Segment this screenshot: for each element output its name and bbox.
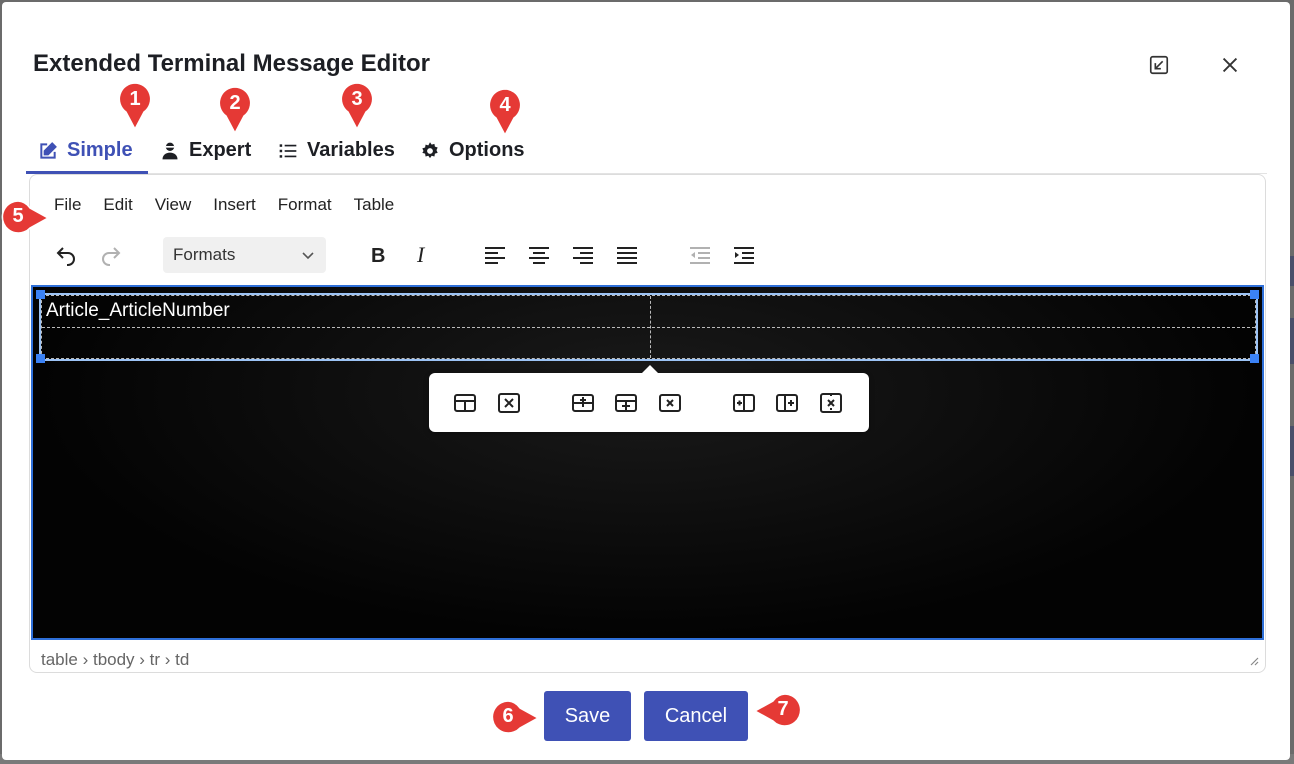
resize-handle-top-right[interactable] — [1250, 290, 1259, 299]
tab-expert-label: Expert — [189, 139, 252, 161]
svg-text:B: B — [371, 245, 385, 267]
cancel-button[interactable]: Cancel — [644, 691, 748, 741]
editor-content-area[interactable]: Article_ArticleNumber — [31, 285, 1264, 640]
rich-text-editor: File Edit View Insert Format Table Forma… — [29, 174, 1266, 673]
resize-handle-bottom-left[interactable] — [36, 354, 45, 363]
table-cell-text[interactable]: Article_ArticleNumber — [46, 300, 230, 322]
insert-col-before-icon[interactable] — [729, 388, 759, 418]
redo-icon[interactable] — [95, 239, 127, 271]
close-icon[interactable] — [1217, 52, 1243, 78]
chevron-down-icon — [302, 252, 314, 260]
gear-icon — [422, 141, 438, 158]
annotation-marker-1-label: 1 — [129, 88, 141, 110]
editor-toolbar: Formats B I — [30, 235, 1265, 279]
insert-row-before-icon[interactable] — [568, 388, 598, 418]
annotation-marker-4-label: 4 — [499, 94, 511, 116]
table-context-toolbar — [429, 365, 869, 432]
backdrop-strip-1 — [1290, 256, 1294, 286]
align-right-icon[interactable] — [567, 239, 599, 271]
menu-format[interactable]: Format — [267, 195, 343, 215]
annotation-marker-6: 6 — [491, 700, 540, 738]
annotation-marker-2: 2 — [218, 86, 252, 134]
bold-icon[interactable]: B — [362, 239, 394, 271]
annotation-marker-1: 1 — [118, 82, 152, 130]
delete-table-icon[interactable] — [494, 388, 524, 418]
annotation-marker-3: 3 — [340, 82, 374, 130]
edit-icon — [40, 141, 57, 159]
backdrop-strip-2 — [1290, 318, 1294, 364]
save-button[interactable]: Save — [544, 691, 631, 741]
tab-variables-label: Variables — [307, 139, 395, 161]
italic-icon[interactable]: I — [406, 239, 438, 271]
outdent-icon[interactable] — [684, 239, 716, 271]
annotation-marker-3-label: 3 — [351, 88, 363, 110]
element-path: table › tbody › tr › td — [41, 650, 190, 669]
tab-variables[interactable]: Variables — [266, 128, 407, 173]
resize-handle-bottom-right[interactable] — [1250, 354, 1259, 363]
dialog-title: Extended Terminal Message Editor — [33, 50, 430, 77]
table-row-divider — [42, 327, 1255, 328]
insert-col-after-icon[interactable] — [772, 388, 802, 418]
menu-view[interactable]: View — [144, 195, 203, 215]
undo-icon[interactable] — [50, 239, 82, 271]
minimize-window-icon[interactable] — [1146, 52, 1172, 78]
align-left-icon[interactable] — [479, 239, 511, 271]
tab-bar: Simple Expert Variables Options — [26, 128, 1267, 174]
align-justify-icon[interactable] — [611, 239, 643, 271]
tab-simple-label: Simple — [67, 139, 133, 161]
insert-row-after-icon[interactable] — [611, 388, 641, 418]
tab-options-label: Options — [449, 139, 525, 161]
annotation-marker-7: 7 — [752, 693, 802, 731]
delete-col-icon[interactable] — [816, 388, 846, 418]
resize-grip-icon[interactable] — [1249, 656, 1259, 666]
backdrop-strip-3 — [1290, 426, 1294, 476]
annotation-marker-6-label: 6 — [502, 705, 514, 727]
editor-menubar: File Edit View Insert Format Table — [43, 195, 405, 215]
annotation-marker-2-label: 2 — [229, 92, 241, 114]
formats-select-label: Formats — [173, 245, 236, 264]
formats-select[interactable]: Formats — [163, 237, 326, 273]
menu-table[interactable]: Table — [343, 195, 406, 215]
user-tie-icon — [162, 142, 178, 159]
menu-insert[interactable]: Insert — [202, 195, 267, 215]
annotation-marker-5-label: 5 — [12, 205, 24, 227]
tab-expert[interactable]: Expert — [148, 128, 263, 173]
indent-icon[interactable] — [728, 239, 760, 271]
annotation-marker-5: 5 — [1, 200, 50, 238]
delete-row-icon[interactable] — [655, 388, 685, 418]
tab-simple[interactable]: Simple — [26, 128, 148, 174]
editor-dialog: Extended Terminal Message Editor Simple … — [2, 2, 1290, 760]
annotation-marker-4: 4 — [488, 88, 522, 136]
annotation-marker-7-label: 7 — [777, 698, 789, 720]
list-icon — [279, 143, 297, 158]
resize-handle-top-left[interactable] — [36, 290, 45, 299]
content-table[interactable]: Article_ArticleNumber — [39, 293, 1258, 361]
svg-text:I: I — [416, 243, 426, 267]
align-center-icon[interactable] — [523, 239, 555, 271]
table-props-icon[interactable] — [450, 388, 480, 418]
menu-edit[interactable]: Edit — [92, 195, 143, 215]
